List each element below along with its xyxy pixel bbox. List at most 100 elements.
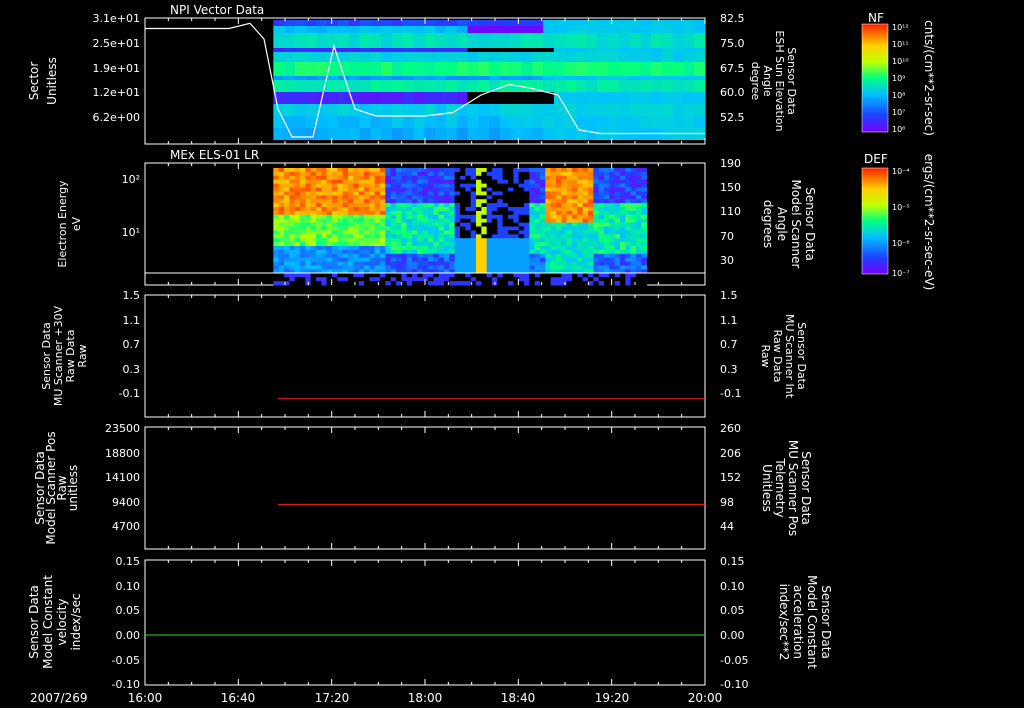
heatmap-cell <box>641 195 648 200</box>
heatmap-cell <box>402 20 415 26</box>
heatmap-cell <box>380 234 386 239</box>
heatmap-cell <box>460 234 466 239</box>
heatmap-cell <box>543 48 555 52</box>
heatmap-cell <box>284 199 290 204</box>
heatmap-cell <box>561 226 568 231</box>
heatmap-cell <box>294 26 307 33</box>
heatmap-cell <box>641 187 648 192</box>
heatmap-cell <box>486 187 493 192</box>
heatmap-cell <box>406 171 413 177</box>
heatmap-cell <box>598 214 605 220</box>
heatmap-cell <box>358 214 365 220</box>
heatmap-cell <box>614 265 621 270</box>
heatmap-cell <box>561 242 568 247</box>
heatmap-cell <box>486 261 493 266</box>
heatmap-cell <box>540 277 546 282</box>
heatmap-cell <box>694 26 706 33</box>
heatmap-cell <box>364 230 370 235</box>
heatmap-cell <box>454 195 461 200</box>
heatmap-cell <box>550 242 557 247</box>
heatmap-cell <box>598 249 605 255</box>
heatmap-cell <box>614 242 621 247</box>
heatmap-cell <box>604 249 610 255</box>
heatmap-cell <box>289 238 296 243</box>
heatmap-cell <box>492 261 498 266</box>
heatmap-cell <box>413 48 425 52</box>
heatmap-cell <box>467 62 479 76</box>
heatmap-cell <box>364 273 370 278</box>
heatmap-cell <box>321 261 328 266</box>
heatmap-cell <box>545 238 552 243</box>
heatmap-cell <box>543 104 555 116</box>
heatmap-cell <box>630 214 637 220</box>
heatmap-cell <box>641 210 648 216</box>
heatmap-cell <box>413 116 425 128</box>
heatmap-cell <box>364 218 370 224</box>
panel-mu-30v: 1.5 1.1 0.7 0.3 -0.1 1.5 1.1 0.7 0.3 -0.… <box>40 289 808 418</box>
heatmap-cell <box>401 257 408 263</box>
heatmap-cell <box>510 104 523 116</box>
heatmap-cell <box>545 214 552 220</box>
heatmap-cell <box>300 222 306 227</box>
heatmap-cell <box>476 281 482 286</box>
heatmap-cell <box>534 171 541 177</box>
heatmap-cell <box>625 171 632 177</box>
heatmap-cell <box>630 183 637 188</box>
heatmap-cell <box>641 175 648 181</box>
heatmap-cell <box>470 222 477 227</box>
p4-left-ylabel: Sensor Data Model Scanner Pos Raw unitle… <box>33 431 80 544</box>
heatmap-cell <box>467 26 479 33</box>
heatmap-cell <box>310 199 317 204</box>
heatmap-cell <box>396 222 402 227</box>
heatmap-cell <box>353 230 360 235</box>
heatmap-cell <box>353 195 360 200</box>
heatmap-cell <box>545 246 552 251</box>
heatmap-cell <box>294 273 301 278</box>
p5-left-ylabel-3: index/sec <box>69 593 83 650</box>
heatmap-cell <box>390 210 397 216</box>
heatmap-cell <box>636 281 642 286</box>
heatmap-cell <box>629 48 641 52</box>
heatmap-cell <box>661 80 674 92</box>
heatmap-cell <box>545 253 552 259</box>
heatmap-cell <box>273 210 280 216</box>
heatmap-cell <box>369 253 376 259</box>
heatmap-cell <box>672 80 684 92</box>
heatmap-cell <box>433 253 440 259</box>
heatmap-cell <box>582 273 589 278</box>
heatmap-cell <box>385 226 392 231</box>
heatmap-cell <box>598 230 605 235</box>
heatmap-cell <box>575 20 587 26</box>
heatmap-cell <box>435 26 447 33</box>
heatmap-cell <box>422 242 429 247</box>
heatmap-cell <box>478 26 490 33</box>
heatmap-cell <box>337 175 344 181</box>
heatmap-cell <box>465 171 472 177</box>
p3-left-ylabel-3: Raw <box>76 344 89 367</box>
p2-rtick-0: 190 <box>720 157 741 170</box>
heatmap-cell <box>278 246 285 251</box>
heatmap-cell <box>412 238 418 243</box>
heatmap-cell <box>358 246 365 251</box>
heatmap-cell <box>593 183 600 188</box>
heatmap-cell <box>470 257 477 263</box>
heatmap-cell <box>406 218 413 224</box>
heatmap-cell <box>369 273 376 278</box>
heatmap-cell <box>497 277 504 282</box>
heatmap-cell <box>428 199 434 204</box>
heatmap-cell <box>444 242 450 247</box>
heatmap-cell <box>364 226 370 231</box>
heatmap-cell <box>417 273 424 278</box>
heatmap-cell <box>609 273 616 278</box>
heatmap-cell <box>438 253 445 259</box>
heatmap-cell <box>694 116 706 128</box>
heatmap-cell <box>641 203 648 208</box>
heatmap-cell <box>593 234 600 239</box>
heatmap-cell <box>369 257 376 263</box>
heatmap-cell <box>566 246 573 251</box>
heatmap-cell <box>540 195 546 200</box>
heatmap-cell <box>294 281 301 286</box>
heatmap-cell <box>401 273 408 278</box>
heatmap-cell <box>374 277 381 282</box>
heatmap-cell <box>465 191 472 196</box>
